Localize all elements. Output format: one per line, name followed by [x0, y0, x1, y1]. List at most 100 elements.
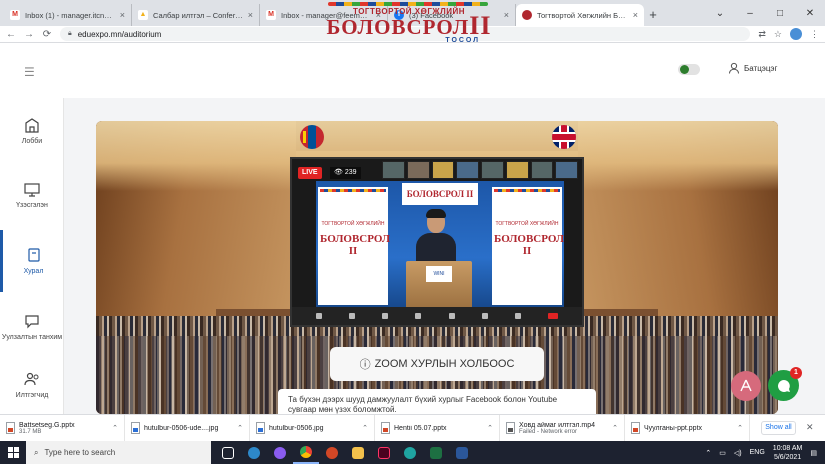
file-explorer-icon[interactable] [345, 441, 371, 464]
mongolian-flag-button[interactable] [300, 125, 324, 149]
participants-icon[interactable] [382, 313, 389, 319]
jpg-file-icon [131, 422, 140, 434]
powerpoint-icon[interactable] [319, 441, 345, 464]
reload-icon[interactable]: ⟳ [42, 29, 52, 40]
browser-tab-gmail-1[interactable]: M Inbox (1) - manager.itcne@gmail.c × [4, 4, 132, 26]
taskbar-apps [215, 441, 475, 464]
zoom-link-button[interactable]: ⓘ ZOOM ХУРЛЫН ХОЛБООС [330, 347, 544, 381]
zoom-toolbar [292, 307, 582, 325]
gmail-icon: M [10, 10, 20, 20]
minimize-button[interactable]: – [735, 8, 765, 19]
chevron-up-icon[interactable]: ⌃ [487, 424, 493, 432]
close-icon[interactable]: × [504, 10, 509, 20]
chevron-up-icon[interactable]: ⌃ [112, 424, 118, 432]
sidebar-item-conference[interactable]: Хурал [0, 230, 64, 292]
share-icon[interactable] [448, 313, 455, 319]
speaker-video: ТОГТВОРТОЙ ХӨГЖЛИЙН БОЛОВСРОЛ II БОЛОВСР… [316, 181, 564, 309]
chevron-up-icon[interactable]: ⌃ [612, 424, 618, 432]
close-window-button[interactable]: ✕ [795, 8, 825, 19]
close-icon[interactable]: × [633, 10, 638, 20]
notifications-icon[interactable]: ▤ [810, 449, 817, 457]
close-icon[interactable]: × [248, 10, 253, 20]
exhibition-icon [24, 183, 40, 197]
sidebar-item-exhibition[interactable]: Үзэсгэлэн [0, 164, 64, 226]
url-text: eduexpo.mn/auditorium [77, 29, 162, 39]
record-icon[interactable] [481, 313, 488, 319]
user-menu[interactable]: Батцэцэг [728, 62, 777, 74]
accessibility-button[interactable] [731, 371, 761, 401]
sidebar-item-lobby[interactable]: Лобби [0, 100, 64, 162]
banner-right: ТОГТВОРТОЙ ХӨГЖЛИЙН БОЛОВСРОЛ II [492, 187, 564, 305]
download-item[interactable]: Чуулганы-ppt.pptx ⌃ [625, 414, 750, 442]
browser-tab-active[interactable]: Тогтвортой Хөгжлийн Боловсрол × [516, 4, 644, 26]
conference-icon [27, 248, 40, 262]
download-item[interactable]: hutulbur-0506.jpg ⌃ [250, 414, 375, 442]
download-item[interactable]: hutulbur-0506-ude....jpg ⌃ [125, 414, 250, 442]
search-icon: ⌕ [34, 447, 39, 457]
chevron-up-icon[interactable]: ⌃ [237, 424, 243, 432]
menu-kebab-icon[interactable]: ⋮ [810, 29, 819, 40]
reactions-icon[interactable] [515, 313, 522, 319]
chrome-icon[interactable] [293, 441, 319, 464]
clock[interactable]: 10:08 AM 5/6/2021 [773, 444, 803, 462]
accessibility-icon [740, 379, 752, 392]
stream-notice: Та бүхэн дээрх шууд дамжуулалт бүхий хур… [278, 389, 596, 414]
start-button[interactable] [0, 441, 26, 464]
volume-icon[interactable]: ◁) [734, 449, 742, 457]
task-view-icon[interactable] [215, 441, 241, 464]
excel-icon[interactable] [423, 441, 449, 464]
mute-icon[interactable] [315, 313, 322, 319]
chevron-up-icon[interactable]: ⌃ [705, 449, 711, 457]
edge-icon[interactable] [397, 441, 423, 464]
viewer-count: 👁︎ 239 [330, 167, 361, 179]
site-logo[interactable]: ТОГТВОРТОЙ ХӨГЖЛИЙН БОЛОВСРОЛII ТОСОЛ [324, 7, 494, 44]
translate-icon[interactable]: ⇄ [758, 29, 766, 40]
word-icon[interactable] [449, 441, 475, 464]
site-header: ☰ [0, 43, 825, 98]
theme-toggle[interactable] [678, 64, 700, 75]
english-flag-button[interactable] [552, 125, 576, 149]
download-item[interactable]: Ховд аймаг илтгэл.mp4 Failed - Network e… [500, 414, 625, 442]
bookmark-star-icon[interactable]: ☆ [774, 29, 782, 40]
download-item[interactable]: Hentii 05.07.pptx ⌃ [375, 414, 500, 442]
network-icon[interactable]: ▭ [719, 449, 726, 457]
pptx-file-icon [631, 422, 640, 434]
back-icon[interactable]: ← [6, 29, 16, 40]
sidebar-item-meeting-room[interactable]: Уулзалтын танхим [0, 296, 64, 358]
live-stream-player[interactable]: ТОГТВОРТОЙ ХӨГЖЛИЙН БОЛОВСРОЛ II БОЛОВСР… [290, 157, 584, 327]
chat-notification-badge: 1 [790, 367, 802, 379]
banner-top: БОЛОВСРОЛ II [402, 183, 478, 205]
windows-icon [7, 447, 19, 458]
close-download-shelf-icon[interactable]: ✕ [806, 422, 814, 433]
logo-ornament [328, 2, 488, 6]
chat-bubble-icon [777, 379, 790, 392]
forward-icon[interactable]: → [24, 29, 34, 40]
messenger-icon[interactable] [267, 441, 293, 464]
language-indicator[interactable]: ENG [750, 449, 765, 456]
system-tray: ⌃ ▭ ◁) ENG 10:08 AM 5/6/2021 ▤ [705, 441, 817, 464]
chat-icon[interactable] [415, 313, 422, 319]
chevron-up-icon[interactable]: ⌃ [737, 424, 743, 432]
menu-toggle-icon[interactable]: ☰ [24, 65, 35, 79]
video-icon[interactable] [348, 313, 355, 319]
maximize-button[interactable]: □ [765, 8, 795, 19]
indesign-icon[interactable] [371, 441, 397, 464]
sidebar-item-speakers[interactable]: Илтгэгчид [0, 354, 64, 416]
download-item[interactable]: Battsetseg.G.pptx 31.7 MB ⌃ [0, 414, 125, 442]
tab-search-icon[interactable]: ⌄ [705, 8, 735, 19]
show-all-downloads-button[interactable]: Show all [761, 421, 796, 435]
sidebar: Лобби Үзэсгэлэн Хурал Уулзалтын танхим И… [0, 98, 64, 414]
taskbar-search[interactable]: ⌕ Type here to search [26, 441, 211, 464]
new-tab-button[interactable]: + [644, 7, 662, 22]
participant-thumbnails [382, 161, 578, 179]
end-call-icon[interactable] [548, 313, 559, 319]
speakers-icon [24, 372, 39, 386]
edge-icon[interactable] [241, 441, 267, 464]
chevron-up-icon[interactable]: ⌃ [362, 424, 368, 432]
jpg-file-icon [256, 422, 265, 434]
banner-left: ТОГТВОРТОЙ ХӨГЖЛИЙН БОЛОВСРОЛ II [318, 187, 390, 305]
browser-tab-drive[interactable]: ▲ Салбар илтгэл – Conference - Goo × [132, 4, 260, 26]
user-name: Батцэцэг [744, 63, 778, 73]
close-icon[interactable]: × [120, 10, 125, 20]
profile-avatar[interactable] [790, 28, 802, 40]
